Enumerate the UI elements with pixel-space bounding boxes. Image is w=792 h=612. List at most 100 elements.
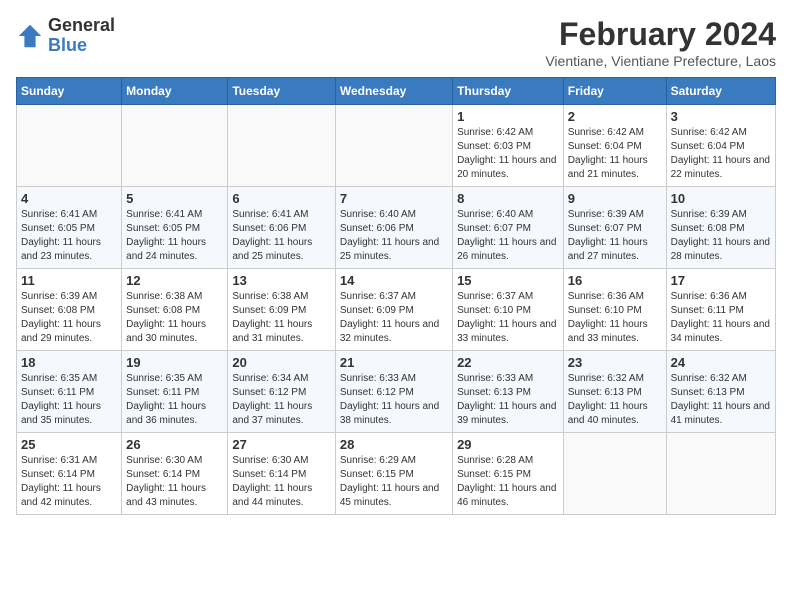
day-info: Sunrise: 6:34 AMSunset: 6:12 PMDaylight:… (232, 372, 330, 428)
calendar-cell: 24 Sunrise: 6:32 AMSunset: 6:13 PMDayligh… (666, 351, 775, 433)
calendar-cell: 27 Sunrise: 6:30 AMSunset: 6:14 PMDayligh… (228, 433, 335, 515)
calendar-week-row: 25 Sunrise: 6:31 AMSunset: 6:14 PMDayligh… (17, 433, 776, 515)
day-info: Sunrise: 6:31 AMSunset: 6:14 PMDaylight:… (21, 454, 117, 510)
day-number: 26 (126, 437, 223, 452)
day-number: 11 (21, 273, 117, 288)
day-info: Sunrise: 6:30 AMSunset: 6:14 PMDaylight:… (126, 454, 223, 510)
day-info: Sunrise: 6:35 AMSunset: 6:11 PMDaylight:… (21, 372, 117, 428)
day-info: Sunrise: 6:37 AMSunset: 6:10 PMDaylight:… (457, 290, 559, 346)
day-info: Sunrise: 6:37 AMSunset: 6:09 PMDaylight:… (340, 290, 448, 346)
day-number: 4 (21, 191, 117, 206)
logo: General Blue (16, 16, 115, 56)
calendar-week-row: 18 Sunrise: 6:35 AMSunset: 6:11 PMDayligh… (17, 351, 776, 433)
day-number: 25 (21, 437, 117, 452)
calendar-cell: 23 Sunrise: 6:32 AMSunset: 6:13 PMDayligh… (563, 351, 666, 433)
calendar-cell: 22 Sunrise: 6:33 AMSunset: 6:13 PMDayligh… (453, 351, 564, 433)
day-info: Sunrise: 6:32 AMSunset: 6:13 PMDaylight:… (568, 372, 662, 428)
day-number: 23 (568, 355, 662, 370)
day-number: 1 (457, 109, 559, 124)
day-info: Sunrise: 6:38 AMSunset: 6:08 PMDaylight:… (126, 290, 223, 346)
calendar-cell: 14 Sunrise: 6:37 AMSunset: 6:09 PMDayligh… (335, 269, 452, 351)
calendar-cell: 9Sunrise: 6:39 AMSunset: 6:07 PMDaylight… (563, 187, 666, 269)
weekday-header: Wednesday (335, 78, 452, 105)
calendar-cell: 2 Sunrise: 6:42 AMSunset: 6:04 PMDaylight… (563, 105, 666, 187)
calendar-week-row: 4 Sunrise: 6:41 AMSunset: 6:05 PMDaylight… (17, 187, 776, 269)
calendar-cell: 19 Sunrise: 6:35 AMSunset: 6:11 PMDayligh… (122, 351, 228, 433)
weekday-header: Thursday (453, 78, 564, 105)
day-number: 10 (671, 191, 771, 206)
calendar-cell: 8Sunrise: 6:40 AMSunset: 6:07 PMDaylight… (453, 187, 564, 269)
calendar-cell: 18 Sunrise: 6:35 AMSunset: 6:11 PMDayligh… (17, 351, 122, 433)
weekday-header: Sunday (17, 78, 122, 105)
day-number: 13 (232, 273, 330, 288)
day-info: Sunrise: 6:33 AMSunset: 6:12 PMDaylight:… (340, 372, 448, 428)
day-info: Sunrise: 6:30 AMSunset: 6:14 PMDaylight:… (232, 454, 330, 510)
day-info: Sunrise: 6:41 AMSunset: 6:06 PMDaylight:… (232, 208, 330, 264)
day-info: Sunrise: 6:39 AMSunset: 6:07 PMDaylight:… (568, 208, 662, 264)
day-info: Sunrise: 6:33 AMSunset: 6:13 PMDaylight:… (457, 372, 559, 428)
day-info: Sunrise: 6:32 AMSunset: 6:13 PMDaylight:… (671, 372, 771, 428)
day-number: 17 (671, 273, 771, 288)
day-info: Sunrise: 6:41 AMSunset: 6:05 PMDaylight:… (21, 208, 117, 264)
calendar-cell: 7 Sunrise: 6:40 AMSunset: 6:06 PMDaylight… (335, 187, 452, 269)
day-info: Sunrise: 6:36 AMSunset: 6:10 PMDaylight:… (568, 290, 662, 346)
weekday-header: Tuesday (228, 78, 335, 105)
calendar-cell (228, 105, 335, 187)
calendar-cell (122, 105, 228, 187)
day-info: Sunrise: 6:39 AMSunset: 6:08 PMDaylight:… (21, 290, 117, 346)
day-info: Sunrise: 6:36 AMSunset: 6:11 PMDaylight:… (671, 290, 771, 346)
day-number: 21 (340, 355, 448, 370)
calendar-cell: 28 Sunrise: 6:29 AMSunset: 6:15 PMDayligh… (335, 433, 452, 515)
calendar-week-row: 11 Sunrise: 6:39 AMSunset: 6:08 PMDayligh… (17, 269, 776, 351)
calendar-cell: 12 Sunrise: 6:38 AMSunset: 6:08 PMDayligh… (122, 269, 228, 351)
calendar-cell: 6 Sunrise: 6:41 AMSunset: 6:06 PMDaylight… (228, 187, 335, 269)
calendar-cell: 25 Sunrise: 6:31 AMSunset: 6:14 PMDayligh… (17, 433, 122, 515)
day-number: 19 (126, 355, 223, 370)
weekday-header-row: SundayMondayTuesdayWednesdayThursdayFrid… (17, 78, 776, 105)
calendar-week-row: 1Sunrise: 6:42 AMSunset: 6:03 PMDaylight… (17, 105, 776, 187)
calendar-cell (563, 433, 666, 515)
day-info: Sunrise: 6:35 AMSunset: 6:11 PMDaylight:… (126, 372, 223, 428)
weekday-header: Friday (563, 78, 666, 105)
day-number: 5 (126, 191, 223, 206)
weekday-header: Saturday (666, 78, 775, 105)
weekday-header: Monday (122, 78, 228, 105)
calendar-table: SundayMondayTuesdayWednesdayThursdayFrid… (16, 77, 776, 515)
day-number: 3 (671, 109, 771, 124)
calendar-cell: 17 Sunrise: 6:36 AMSunset: 6:11 PMDayligh… (666, 269, 775, 351)
calendar-cell: 4 Sunrise: 6:41 AMSunset: 6:05 PMDaylight… (17, 187, 122, 269)
calendar-cell (666, 433, 775, 515)
calendar-cell: 29 Sunrise: 6:28 AMSunset: 6:15 PMDayligh… (453, 433, 564, 515)
day-info: Sunrise: 6:38 AMSunset: 6:09 PMDaylight:… (232, 290, 330, 346)
calendar-cell: 3 Sunrise: 6:42 AMSunset: 6:04 PMDaylight… (666, 105, 775, 187)
day-number: 22 (457, 355, 559, 370)
title-block: February 2024 Vientiane, Vientiane Prefe… (545, 16, 776, 69)
day-number: 14 (340, 273, 448, 288)
day-number: 2 (568, 109, 662, 124)
day-info: Sunrise: 6:40 AMSunset: 6:07 PMDaylight:… (457, 208, 559, 264)
day-info: Sunrise: 6:42 AMSunset: 6:04 PMDaylight:… (671, 126, 771, 182)
day-info: Sunrise: 6:42 AMSunset: 6:04 PMDaylight:… (568, 126, 662, 182)
day-number: 12 (126, 273, 223, 288)
calendar-cell: 15 Sunrise: 6:37 AMSunset: 6:10 PMDayligh… (453, 269, 564, 351)
calendar-cell: 21 Sunrise: 6:33 AMSunset: 6:12 PMDayligh… (335, 351, 452, 433)
calendar-cell: 16Sunrise: 6:36 AMSunset: 6:10 PMDayligh… (563, 269, 666, 351)
day-number: 24 (671, 355, 771, 370)
calendar-cell (17, 105, 122, 187)
logo-text: General Blue (48, 16, 115, 56)
day-info: Sunrise: 6:29 AMSunset: 6:15 PMDaylight:… (340, 454, 448, 510)
day-number: 28 (340, 437, 448, 452)
day-number: 29 (457, 437, 559, 452)
calendar-cell: 10Sunrise: 6:39 AMSunset: 6:08 PMDayligh… (666, 187, 775, 269)
day-number: 15 (457, 273, 559, 288)
day-number: 7 (340, 191, 448, 206)
calendar-cell: 13 Sunrise: 6:38 AMSunset: 6:09 PMDayligh… (228, 269, 335, 351)
calendar-cell (335, 105, 452, 187)
day-info: Sunrise: 6:40 AMSunset: 6:06 PMDaylight:… (340, 208, 448, 264)
day-number: 18 (21, 355, 117, 370)
subtitle: Vientiane, Vientiane Prefecture, Laos (545, 53, 776, 69)
logo-general: General (48, 15, 115, 35)
day-number: 6 (232, 191, 330, 206)
day-info: Sunrise: 6:28 AMSunset: 6:15 PMDaylight:… (457, 454, 559, 510)
day-number: 27 (232, 437, 330, 452)
